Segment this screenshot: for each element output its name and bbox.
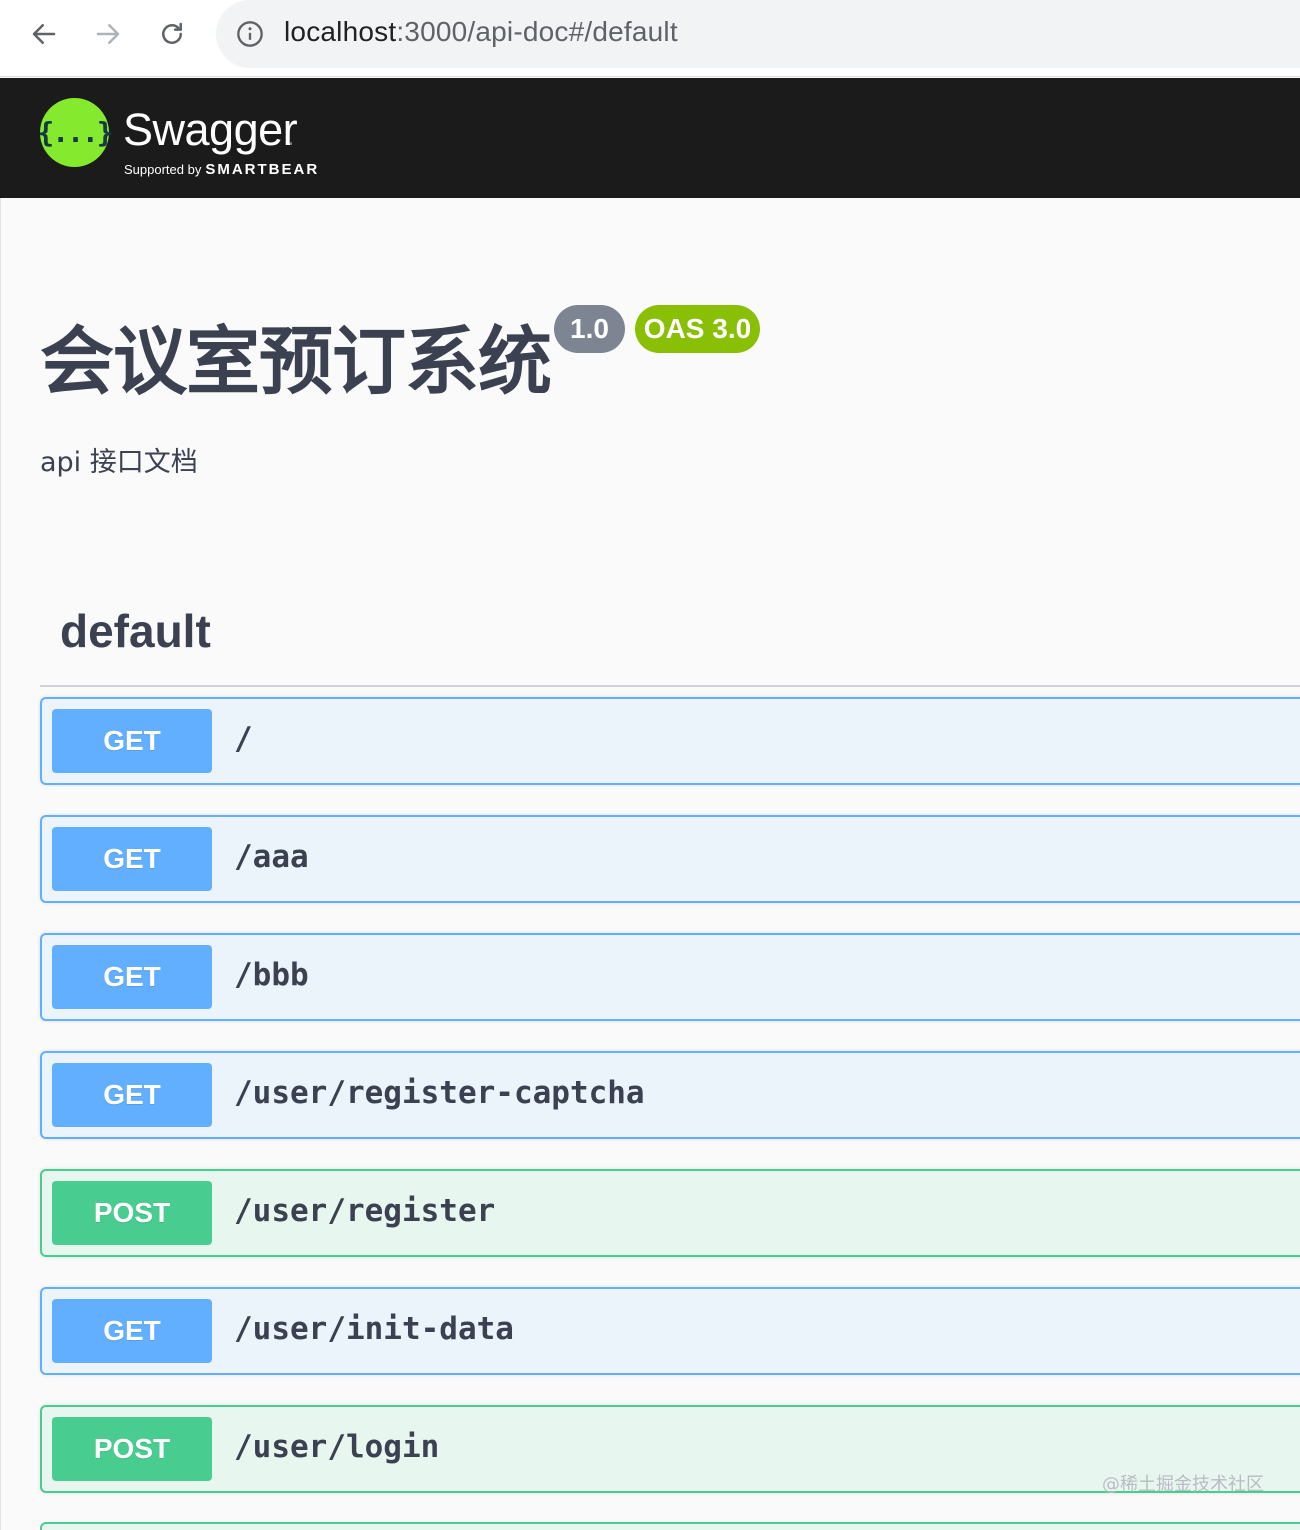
operation-path: /user/register [234,1193,496,1229]
oas-badge: OAS 3.0 [635,305,760,353]
swagger-topbar: {...} Swagger ™ Supported by SMARTBEAR [0,78,1300,198]
back-button[interactable] [24,14,64,54]
logo-name: Swagger [123,104,298,155]
operation-path: /user/init-data [234,1311,514,1347]
method-badge: GET [52,709,212,773]
swagger-logo-icon[interactable]: {...} [37,98,114,167]
operations-list: GET / GET /aaa GET /bbb GET /user/regist… [40,697,1300,1523]
method-badge: GET [52,1063,212,1127]
operation-path: /user/login [234,1429,440,1465]
method-badge: POST [52,1181,212,1245]
operation-get-bbb[interactable]: GET /bbb [40,933,1300,1021]
browser-toolbar: localhost:3000/api-doc#/default [0,0,1300,77]
url-text: localhost:3000/api-doc#/default [284,16,678,48]
arrow-right-icon [96,24,120,44]
page-left-border [0,198,1,1530]
url-path: :3000/api-doc#/default [396,16,678,47]
watermark: @稀土掘金技术社区 [1102,1474,1264,1495]
logo-mark: {...} [37,116,113,149]
method-badge: GET [52,1299,212,1363]
operation-path: /aaa [234,839,309,875]
supported-by-text: Supported by [124,162,202,177]
arrow-left-icon [32,24,56,44]
forward-button[interactable] [88,14,128,54]
address-bar[interactable]: localhost:3000/api-doc#/default [216,0,1300,68]
reload-button[interactable] [152,14,192,54]
operation-path: /bbb [234,957,309,993]
operation-get-root[interactable]: GET / [40,697,1300,785]
operation-post-register[interactable]: POST /user/register [40,1169,1300,1257]
site-info-icon[interactable] [236,20,264,48]
reload-icon [162,22,182,44]
url-host: localhost [284,16,397,47]
tag-divider [40,685,1300,687]
tag-header-default[interactable]: default [60,604,211,658]
operation-get-register-captcha[interactable]: GET /user/register-captcha [40,1051,1300,1139]
version-badge: 1.0 [554,305,625,353]
operation-path: /user/register-captcha [234,1075,645,1111]
operation-partial-next[interactable] [40,1522,1300,1530]
logo-trademark: ™ [285,142,292,149]
operation-get-aaa[interactable]: GET /aaa [40,815,1300,903]
api-description: api 接口文档 [40,447,198,478]
method-badge: GET [52,827,212,891]
method-badge: GET [52,945,212,1009]
logo-tagline: Supported by SMARTBEAR [124,161,319,178]
api-title: 会议室预订系统 [40,319,552,405]
method-badge: POST [52,1417,212,1481]
operation-get-init-data[interactable]: GET /user/init-data [40,1287,1300,1375]
company-name: SMARTBEAR [205,161,320,178]
operation-path: / [234,721,253,757]
